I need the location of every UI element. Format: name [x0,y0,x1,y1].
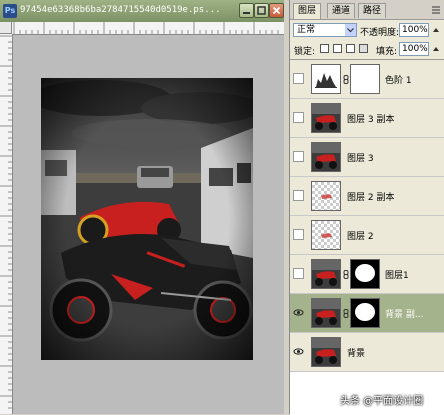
tab-paths[interactable]: 路径 [358,3,387,18]
layer-name: 图层1 [385,271,409,281]
layer-thumbnail[interactable] [311,259,341,289]
opacity-input[interactable]: 100% [399,23,429,37]
chevron-down-icon [345,24,356,36]
layer-row[interactable]: 色阶 1 [290,60,444,99]
close-button[interactable] [269,3,284,18]
vertical-ruler[interactable] [0,34,13,414]
horizontal-ruler[interactable] [12,22,284,35]
fill-input[interactable]: 100% [399,42,429,56]
visibility-toggle[interactable] [293,190,304,201]
eye-icon[interactable] [293,346,304,357]
blend-row: 正常 不透明度: 100% [290,20,444,40]
close-icon [272,6,281,15]
tab-layers[interactable]: 图层 [293,3,322,19]
layer-row[interactable]: 背景 [290,333,444,372]
lock-image-icon[interactable] [333,44,342,53]
panel-tabs: 图层 通道 路径 [290,0,444,20]
layer-mask-thumbnail[interactable] [350,64,380,94]
chain-link-icon[interactable] [343,309,349,318]
document-image[interactable] [41,78,253,360]
lock-position-icon[interactable] [346,44,355,53]
layer-row[interactable]: 图层 2 [290,216,444,255]
layer-thumbnail[interactable] [311,64,341,94]
layer-thumbnail[interactable] [311,298,341,328]
layer-name: 图层 2 副本 [347,193,395,203]
layer-name: 背景 [347,349,366,359]
layer-thumbnail[interactable] [311,181,341,211]
panel-menu-icon[interactable] [431,5,441,14]
layer-row[interactable]: 图层 2 副本 [290,177,444,216]
ruler-corner [0,22,12,34]
lock-label: 锁定: [294,47,316,57]
minimize-icon [243,12,250,14]
layer-thumbnail[interactable] [311,337,341,367]
blend-mode-value: 正常 [297,25,316,35]
tab-channels[interactable]: 通道 [327,3,356,18]
fill-slider-icon[interactable] [431,44,441,54]
layer-name: 图层 3 副本 [347,115,395,125]
photoshop-icon: Ps [3,4,17,18]
eye-icon[interactable] [293,307,304,318]
layer-row[interactable]: 背景 副... [290,294,444,333]
maximize-icon [257,6,266,15]
fill-label: 填充: [376,47,398,57]
visibility-toggle[interactable] [293,151,304,162]
layer-name: 图层 3 [347,154,374,164]
layers-panel: 图层 通道 路径 正常 不透明度: 100% 锁定: 填充: 100% 色阶 1… [289,0,444,415]
minimize-button[interactable] [239,3,254,18]
layer-list: 色阶 1 图层 3 副本 图层 3 图层 2 副本 图层 2 图层1 背景 副... 背景 [290,59,444,415]
document-titlebar[interactable]: Ps 97454e63368b6ba2784715540d0519e.ps... [0,0,284,22]
watermark: 头条 @平面设计圈 [340,396,424,407]
layer-thumbnail[interactable] [311,142,341,172]
document-title: 97454e63368b6ba2784715540d0519e.ps... [20,5,221,15]
layer-name: 背景 副... [385,310,424,320]
layer-thumbnail[interactable] [311,103,341,133]
lock-row: 锁定: 填充: 100% [290,40,444,58]
chain-link-icon[interactable] [343,75,349,84]
opacity-label: 不透明度: [360,28,400,38]
maximize-button[interactable] [254,3,269,18]
opacity-slider-icon[interactable] [431,25,441,35]
layer-mask-thumbnail[interactable] [350,298,380,328]
visibility-toggle[interactable] [293,112,304,123]
document-window: Ps 97454e63368b6ba2784715540d0519e.ps... [0,0,284,414]
layer-mask-thumbnail[interactable] [350,259,380,289]
visibility-toggle[interactable] [293,229,304,240]
layer-row[interactable]: 图层 3 [290,138,444,177]
blend-mode-select[interactable]: 正常 [293,23,357,37]
layer-row[interactable]: 图层 3 副本 [290,99,444,138]
visibility-toggle[interactable] [293,268,304,279]
chain-link-icon[interactable] [343,270,349,279]
layer-thumbnail[interactable] [311,220,341,250]
lock-all-icon[interactable] [359,44,368,53]
lock-transparency-icon[interactable] [320,44,329,53]
layer-row[interactable]: 图层1 [290,255,444,294]
layer-name: 色阶 1 [385,76,412,86]
visibility-toggle[interactable] [293,73,304,84]
layer-name: 图层 2 [347,232,374,242]
